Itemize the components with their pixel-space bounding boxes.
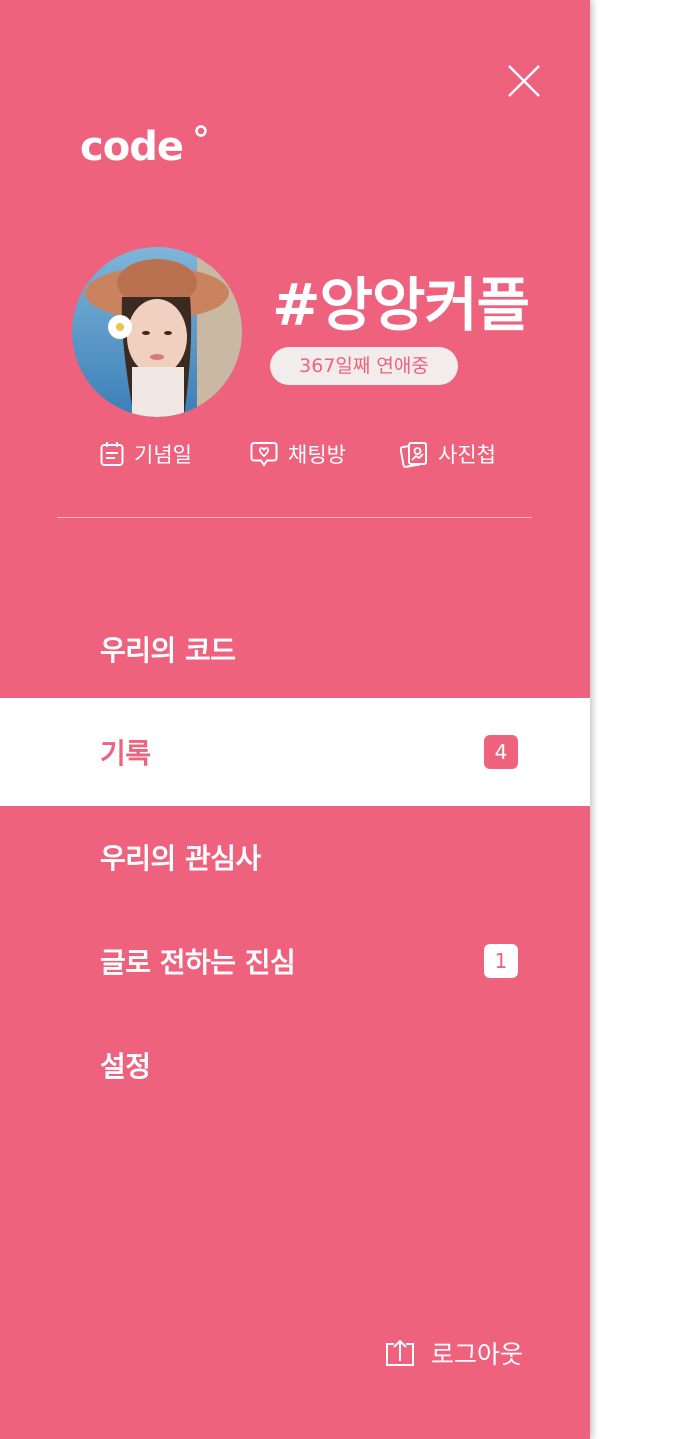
logout-icon xyxy=(386,1339,414,1366)
count-badge: 1 xyxy=(484,944,518,978)
side-drawer: code #앙앙커플 367일째 연애중 기념일 채팅방 사진첩 우리의 코드 … xyxy=(0,0,590,1439)
menu-item-label: 기록 xyxy=(100,737,151,770)
anniversary-label: 기념일 xyxy=(134,443,192,467)
menu-item-our-interests[interactable]: 우리의 관심사 xyxy=(0,803,590,911)
avatar[interactable] xyxy=(72,247,242,417)
couple-name: #앙앙커플 xyxy=(272,271,530,339)
anniversary-link[interactable]: 기념일 xyxy=(100,436,192,472)
svg-text:code: code xyxy=(80,124,183,170)
photo-album-label: 사진첩 xyxy=(438,443,496,467)
menu-item-label: 우리의 관심사 xyxy=(100,842,261,875)
close-button[interactable] xyxy=(505,62,543,100)
photo-album-icon xyxy=(400,442,427,468)
menu-item-label: 우리의 코드 xyxy=(100,634,236,667)
menu-item-label: 글로 전하는 진심 xyxy=(100,946,296,979)
menu-item-label: 설정 xyxy=(100,1050,151,1083)
logout-button[interactable]: 로그아웃 xyxy=(385,1334,523,1372)
divider xyxy=(57,517,532,518)
photo-album-link[interactable]: 사진첩 xyxy=(400,436,496,472)
close-icon xyxy=(508,65,540,97)
menu-item-records[interactable]: 기록 4 xyxy=(0,698,590,806)
days-together-badge: 367일째 연애중 xyxy=(270,347,458,385)
code-logo: code xyxy=(80,122,212,172)
count-badge: 4 xyxy=(484,735,518,769)
calendar-icon xyxy=(100,442,124,466)
chat-room-link[interactable]: 채팅방 xyxy=(250,436,346,472)
menu-item-heartfelt-letters[interactable]: 글로 전하는 진심 1 xyxy=(0,907,590,1015)
chat-room-label: 채팅방 xyxy=(288,443,346,467)
logout-label: 로그아웃 xyxy=(431,1340,524,1369)
menu-item-settings[interactable]: 설정 xyxy=(0,1011,590,1119)
chat-heart-icon xyxy=(250,442,278,467)
menu-item-our-code[interactable]: 우리의 코드 xyxy=(0,595,590,703)
